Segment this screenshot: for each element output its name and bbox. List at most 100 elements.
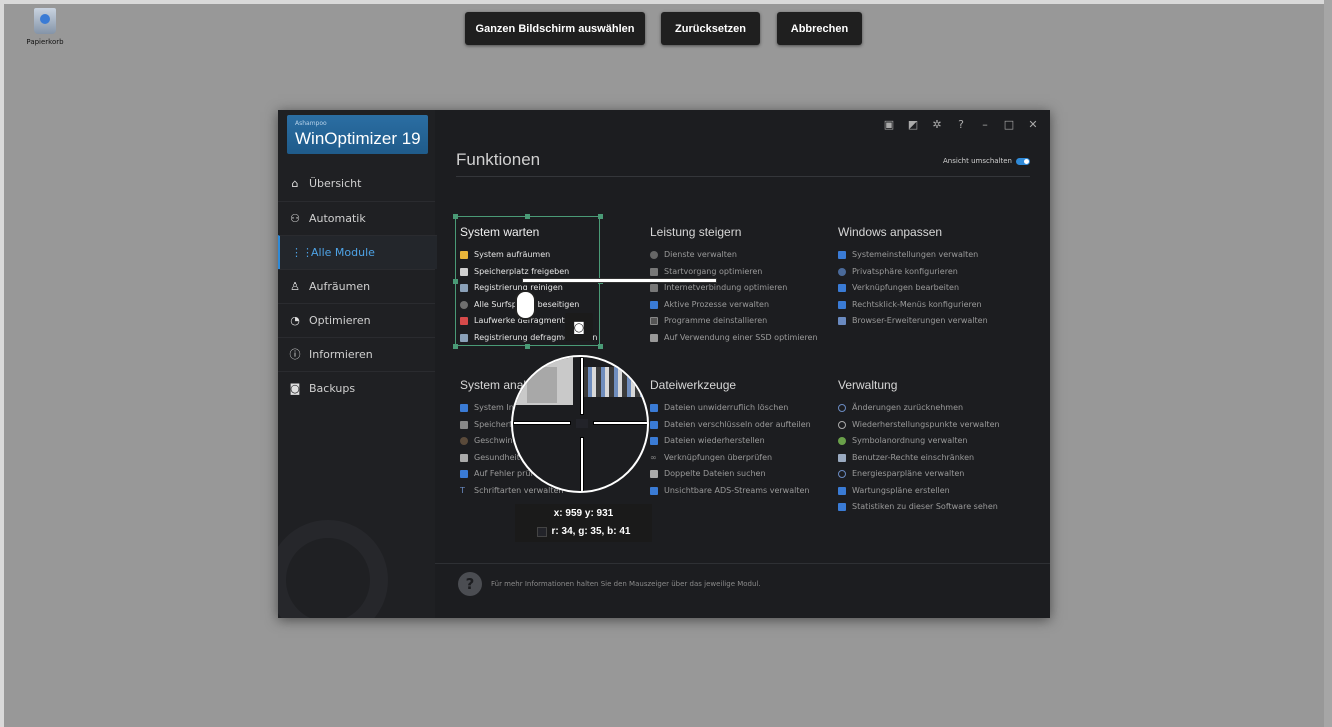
sidebar-item-inform[interactable]: ⓘ Informieren	[278, 337, 435, 371]
module-link[interactable]: Doppelte Dateien suchen	[650, 466, 811, 483]
module-link[interactable]: Statistiken zu dieser Software sehen	[838, 499, 1000, 516]
help-circle-icon: ?	[458, 572, 482, 596]
undo-icon	[838, 404, 846, 413]
process-icon	[650, 300, 658, 309]
module-link[interactable]: Unsichtbare ADS-Streams verwalten	[650, 483, 811, 500]
desktop: Papierkorb Ganzen Bildschirm auswählen Z…	[0, 0, 1332, 727]
section-performance: Leistung steigern Dienste verwalten Star…	[650, 225, 818, 346]
module-link[interactable]: Wiederherstellungspunkte verwalten	[838, 417, 1000, 434]
gear-icon[interactable]: ✲	[930, 118, 944, 131]
page-title: Funktionen	[456, 150, 541, 169]
statistics-icon	[838, 503, 846, 512]
maximize-icon[interactable]: □	[1002, 118, 1016, 131]
icon-layout-icon	[838, 437, 846, 446]
sidebar-item-backups[interactable]: ◙ Backups	[278, 371, 435, 405]
minimize-icon[interactable]: –	[978, 118, 992, 131]
restore-icon	[650, 437, 658, 446]
recycle-bin[interactable]: Papierkorb	[22, 8, 68, 46]
resize-handle[interactable]	[453, 279, 458, 284]
drag-arrow-icon	[522, 278, 717, 283]
select-full-screen-button[interactable]: Ganzen Bildschirm auswählen	[465, 12, 645, 45]
help-icon[interactable]: ?	[954, 118, 968, 131]
crosshair-line	[580, 437, 584, 491]
footer-hint: ? Für mehr Informationen halten Sie den …	[458, 572, 761, 596]
center-pixel	[576, 419, 588, 428]
reset-button[interactable]: Zurücksetzen	[661, 12, 760, 45]
module-label: Verknüpfungen bearbeiten	[852, 283, 960, 292]
module-link[interactable]: Dateien verschlüsseln oder aufteilen	[650, 417, 811, 434]
module-label: Privatsphäre konfigurieren	[852, 266, 958, 276]
resize-handle[interactable]	[525, 344, 530, 349]
rocket-icon	[650, 267, 658, 276]
module-link[interactable]: Benutzer-Rechte einschränken	[838, 450, 1000, 467]
sidebar-item-automatic[interactable]: ⚇ Automatik	[278, 201, 435, 235]
module-link[interactable]: Programme deinstallieren	[650, 313, 818, 330]
resize-handle[interactable]	[453, 344, 458, 349]
section-title: Dateiwerkzeuge	[650, 378, 737, 392]
crosshair-line	[513, 421, 571, 425]
titlebar-controls: ▣ ◩ ✲ ? – □ ✕	[882, 118, 1040, 131]
module-link[interactable]: Aktive Prozesse verwalten	[650, 297, 818, 314]
sidebar-item-cleanup[interactable]: ♙ Aufräumen	[278, 269, 435, 303]
sidebar-item-label: Automatik	[309, 212, 366, 225]
module-link[interactable]: ∞ Verknüpfungen überprüfen	[650, 450, 811, 467]
recycle-bin-icon	[34, 8, 56, 34]
module-label: Browser-Erweiterungen verwalten	[852, 316, 988, 325]
desktop-edge	[1324, 0, 1332, 727]
desktop-edge	[0, 0, 1332, 4]
module-label: Dateien verschlüsseln oder aufteilen	[664, 419, 811, 429]
resize-handle[interactable]	[453, 214, 458, 219]
gear-watermark-icon	[278, 520, 388, 618]
view-toggle[interactable]: Ansicht umschalten	[943, 157, 1030, 165]
context-menu-icon	[838, 300, 846, 309]
module-label: Dienste verwalten	[664, 250, 737, 259]
sidebar-item-overview[interactable]: ⌂ Übersicht	[278, 167, 435, 200]
network-icon: ⚇	[290, 211, 300, 225]
module-link[interactable]: Änderungen zurücknehmen	[838, 400, 1000, 417]
rgb-value: r: 34, g: 35, b: 41	[551, 526, 631, 537]
cursor-coordinates: x: 959 y: 931	[553, 508, 614, 519]
close-icon[interactable]: ✕	[1026, 118, 1040, 131]
module-link[interactable]: Dienste verwalten	[650, 247, 818, 264]
resize-handle[interactable]	[598, 214, 603, 219]
section-management: Verwaltung Änderungen zurücknehmen Wiede…	[838, 378, 1000, 516]
module-link[interactable]: Auf Verwendung einer SSD optimieren	[650, 330, 818, 347]
sidebar-item-optimize[interactable]: ◔ Optimieren	[278, 303, 435, 337]
module-link[interactable]: Systemeinstellungen verwalten	[838, 247, 988, 264]
module-link[interactable]: Energiesparpläne verwalten	[838, 466, 1000, 483]
sidebar-item-all-modules[interactable]: ⋮⋮ Alle Module	[278, 235, 437, 269]
module-label: Wiederherstellungspunkte verwalten	[852, 419, 1000, 429]
module-link[interactable]: Verknüpfungen bearbeiten	[838, 280, 988, 297]
module-link[interactable]: Dateien wiederherstellen	[650, 433, 811, 450]
notes-icon[interactable]: ◩	[906, 118, 920, 131]
system-info-icon	[460, 404, 468, 413]
module-label: Auf Verwendung einer SSD optimieren	[664, 332, 818, 342]
module-link[interactable]: Privatsphäre konfigurieren	[838, 264, 988, 281]
resize-handle[interactable]	[525, 214, 530, 219]
crosshair-line	[593, 421, 647, 425]
module-link[interactable]: Rechtsklick-Menüs konfigurieren	[838, 297, 988, 314]
module-label: Statistiken zu dieser Software sehen	[852, 502, 998, 511]
module-label: Dateien unwiderruflich löschen	[664, 403, 789, 412]
camera-icon[interactable]: ◙	[565, 313, 593, 341]
feedback-icon[interactable]: ▣	[882, 118, 896, 131]
section-windows-customize: Windows anpassen Systemeinstellungen ver…	[838, 225, 988, 330]
module-link[interactable]: Dateien unwiderruflich löschen	[650, 400, 811, 417]
module-link[interactable]: Browser-Erweiterungen verwalten	[838, 313, 988, 330]
crosshair-line	[580, 357, 584, 415]
view-toggle-label: Ansicht umschalten	[943, 157, 1012, 165]
module-link[interactable]: Symbolanordnung verwalten	[838, 433, 1000, 450]
resize-handle[interactable]	[598, 344, 603, 349]
cancel-button[interactable]: Abbrechen	[777, 12, 862, 45]
sidebar-item-label: Backups	[309, 382, 356, 395]
encrypt-icon	[650, 420, 658, 429]
divider	[456, 176, 1030, 177]
link-check-icon: ∞	[650, 452, 657, 462]
toggle-switch-icon[interactable]	[1016, 157, 1030, 165]
shredder-icon	[650, 404, 658, 413]
magnified-pixels	[583, 367, 647, 397]
grid-icon: ⋮⋮	[291, 245, 313, 259]
module-link[interactable]: Wartungspläne erstellen	[838, 483, 1000, 500]
section-title: Leistung steigern	[650, 225, 742, 239]
sidebar-item-label: Alle Module	[311, 246, 375, 259]
